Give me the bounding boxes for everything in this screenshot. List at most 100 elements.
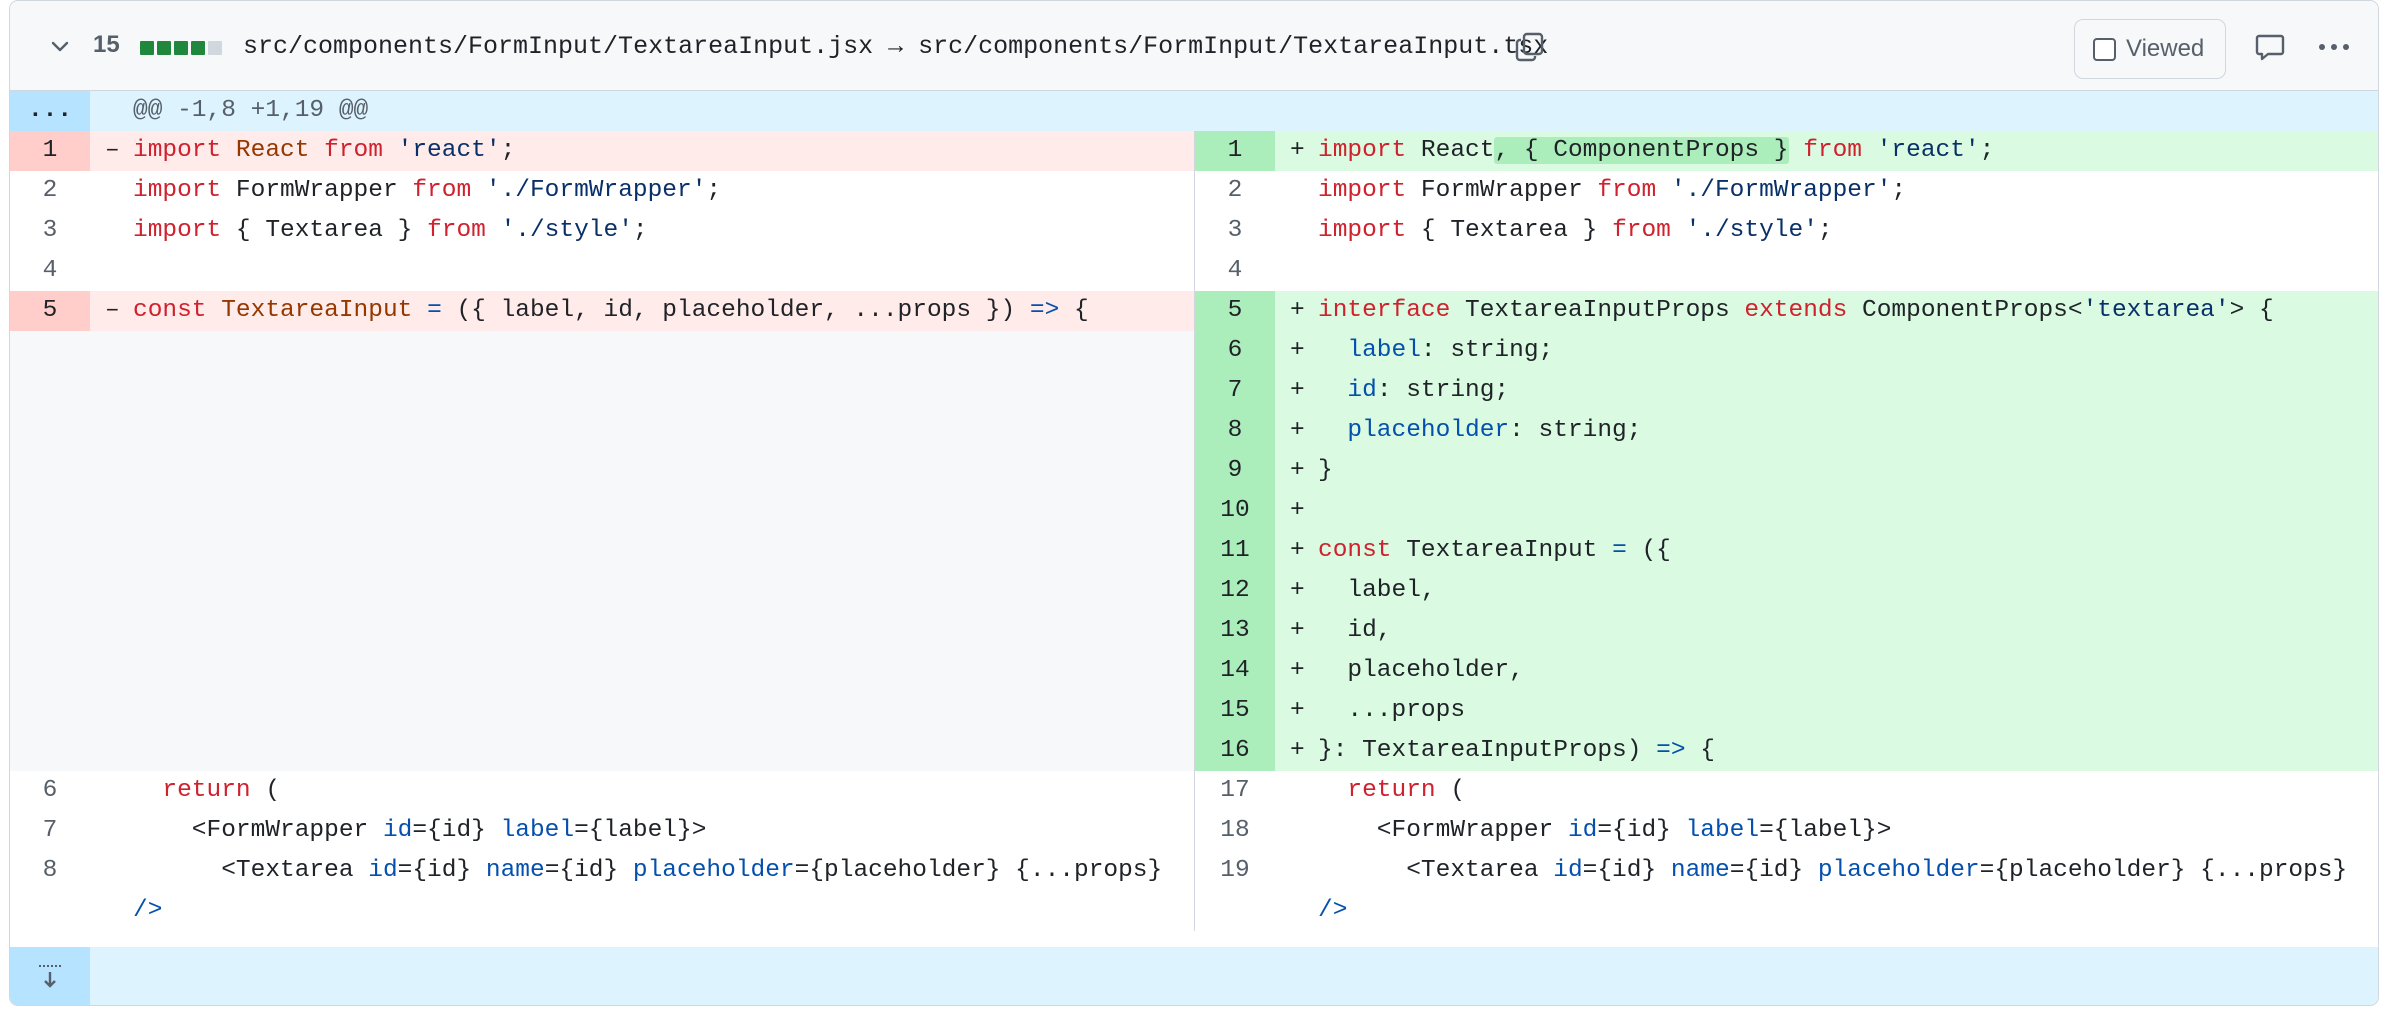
line-number[interactable]: 5	[1195, 291, 1275, 331]
file-path[interactable]: src/components/FormInput/TextareaInput.j…	[243, 32, 1548, 61]
code-line: import { Textarea } from './style';	[133, 211, 648, 251]
line-number[interactable]: 1	[1195, 131, 1275, 171]
code-token: 'react'	[1876, 137, 1980, 164]
left-line: 5 – const TextareaInput = ({ label, id, …	[10, 291, 1194, 331]
expand-up-button[interactable]: ...	[10, 91, 90, 131]
code-token: ;	[1891, 177, 1907, 204]
left-line: 2 import FormWrapper from './FormWrapper…	[10, 171, 1194, 211]
line-number[interactable]: 15	[1195, 691, 1275, 731]
viewed-checkbox[interactable]	[2093, 37, 2116, 61]
line-number[interactable]: 13	[1195, 611, 1275, 651]
right-line: 11 + const TextareaInput = ({	[1195, 531, 2378, 571]
code-token: ={placeholder} {...props}	[794, 857, 1163, 884]
left-line: 1 – import React from 'react';	[10, 131, 1194, 171]
line-number[interactable]: 6	[10, 771, 90, 811]
line-number[interactable]: 14	[1195, 651, 1275, 691]
code-line: placeholder: string;	[1318, 411, 1641, 451]
line-number[interactable]: 5	[10, 291, 90, 331]
code-token: './style'	[500, 217, 633, 244]
line-number[interactable]: 9	[1195, 451, 1275, 491]
diff-marker: +	[1290, 417, 1305, 444]
code-token: : string;	[1376, 377, 1510, 404]
diff-file: 15 src/components/FormInput/TextareaInpu…	[9, 0, 2379, 1006]
code-token: React	[1406, 137, 1495, 164]
line-number[interactable]: 4	[10, 251, 90, 291]
diff-row: 6 return ( 17 return (	[10, 771, 2378, 811]
code-token: React	[221, 137, 325, 164]
diff-marker: +	[1290, 617, 1305, 644]
line-number[interactable]: 18	[1195, 811, 1275, 851]
code-token: TextareaInput	[1391, 537, 1613, 564]
expand-down-button[interactable]	[10, 947, 90, 1005]
code-token: ={id}	[1597, 817, 1686, 844]
chevron-down-icon[interactable]	[48, 34, 72, 58]
code-token: placeholder	[1347, 417, 1510, 444]
line-number[interactable]: 8	[1195, 411, 1275, 451]
code-token: ={label}>	[1759, 817, 1892, 844]
split-divider	[1194, 131, 1195, 171]
code-token: =>	[1029, 297, 1060, 324]
line-number[interactable]: 6	[1195, 331, 1275, 371]
line-number[interactable]: 17	[1195, 771, 1275, 811]
code-token: {	[1685, 737, 1715, 764]
line-number[interactable]: 19	[1195, 851, 1275, 891]
code-line: label,	[1318, 577, 1436, 604]
code-token: ComponentProps<	[1847, 297, 2083, 324]
split-divider	[1194, 171, 1195, 211]
viewed-button[interactable]: Viewed	[2074, 19, 2226, 79]
line-number[interactable]: 4	[1195, 251, 1275, 291]
left-line: 8 <Textarea id={id} name={id} placeholde…	[10, 851, 1194, 931]
code-token: id	[1553, 857, 1583, 884]
code-token: name	[485, 857, 545, 884]
code-token: <FormWrapper	[1318, 817, 1568, 844]
left-line: 7 <FormWrapper id={id} label={label}>	[10, 811, 1194, 851]
code-token: 'textarea'	[2082, 297, 2230, 324]
code-token: './FormWrapper'	[485, 177, 707, 204]
code-token: import	[1318, 217, 1407, 244]
kebab-icon[interactable]	[2316, 31, 2352, 63]
code-token: from	[1803, 137, 1863, 164]
code-token: label	[1347, 337, 1421, 364]
code-token: FormWrapper	[1406, 177, 1598, 204]
code-line: label: string;	[1318, 331, 1553, 371]
copy-icon[interactable]	[1514, 31, 1546, 63]
line-number[interactable]: 7	[10, 811, 90, 851]
code-token: : string;	[1420, 337, 1554, 364]
right-line: 3 import { Textarea } from './style';	[1195, 211, 2378, 251]
code-line: return (	[133, 771, 280, 811]
line-number[interactable]: 1	[10, 131, 90, 171]
diffstat-neutral-block	[208, 41, 222, 55]
right-line: 13 + id,	[1195, 611, 2378, 651]
left-line: 3 import { Textarea } from './style';	[10, 211, 1194, 251]
line-number[interactable]: 11	[1195, 531, 1275, 571]
line-number[interactable]: 7	[1195, 371, 1275, 411]
line-number[interactable]: 10	[1195, 491, 1275, 531]
line-number[interactable]: 2	[10, 171, 90, 211]
split-divider	[1194, 291, 1195, 331]
line-number[interactable]: 16	[1195, 731, 1275, 771]
code-token: ({	[1626, 537, 1671, 564]
line-number[interactable]: 12	[1195, 571, 1275, 611]
code-token: interface	[1318, 297, 1451, 324]
diff-marker: –	[105, 137, 120, 164]
split-divider	[1194, 251, 1195, 291]
line-number[interactable]: 8	[10, 851, 90, 891]
diffstat-add-block	[140, 41, 154, 55]
line-number[interactable]: 3	[10, 211, 90, 251]
right-line: 5 + interface TextareaInputProps extends…	[1195, 291, 2378, 331]
code-token: =	[1612, 537, 1627, 564]
diff-row: 5 – const TextareaInput = ({ label, id, …	[10, 291, 2378, 331]
code-token: id	[382, 817, 413, 844]
diff-marker: +	[1290, 337, 1305, 364]
diff-row: 8 <Textarea id={id} name={id} placeholde…	[10, 851, 2378, 931]
comment-icon[interactable]	[2254, 31, 2286, 63]
diff-row: 4 4	[10, 251, 2378, 291]
line-number[interactable]: 3	[1195, 211, 1275, 251]
right-line: 8 + placeholder: string;	[1195, 411, 2378, 451]
code-token: from	[427, 217, 486, 244]
code-token: =	[427, 297, 442, 324]
right-line: 15 + ...props	[1195, 691, 2378, 731]
line-number[interactable]: 2	[1195, 171, 1275, 211]
